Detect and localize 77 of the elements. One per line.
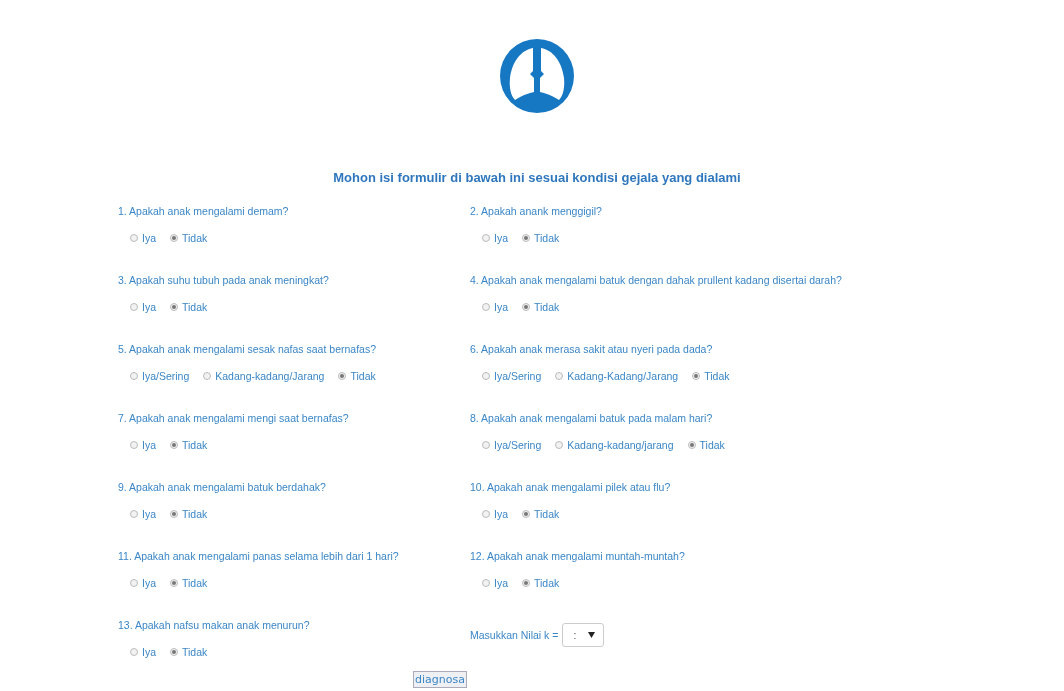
option-label[interactable]: Tidak (534, 301, 560, 313)
option-label[interactable]: Kadang-Kadang/Jarang (567, 370, 679, 382)
radio-button[interactable] (130, 648, 138, 656)
radio-button[interactable] (170, 441, 178, 449)
option-label[interactable]: Iya/Sering (494, 439, 542, 451)
option-label[interactable]: Tidak (534, 508, 560, 520)
option-label[interactable]: Iya (142, 439, 156, 451)
radio-button[interactable] (130, 441, 138, 449)
radio-button[interactable] (130, 510, 138, 518)
option-label[interactable]: Iya/Sering (142, 370, 190, 382)
option-label[interactable]: Tidak (534, 577, 560, 589)
radio-button[interactable] (522, 579, 530, 587)
question-text: 4. Apakah anak mengalami batuk dengan dahak prullent kadang disertai darah? (470, 273, 842, 288)
option-label[interactable]: Iya (494, 577, 508, 589)
option-label[interactable]: Tidak (182, 577, 208, 589)
option-label[interactable]: Tidak (182, 439, 208, 451)
radio-button[interactable] (522, 234, 530, 242)
radio-button[interactable] (522, 303, 530, 311)
question-text: 13. Apakah nafsu makan anak menurun? (118, 618, 310, 633)
question-text: 10. Apakah anak mengalami pilek atau flu? (470, 480, 671, 495)
question-text: 8. Apakah anak mengalami batuk pada malam hari? (470, 411, 713, 426)
question-text: 2. Apakah anank menggigil? (470, 204, 602, 219)
radio-button[interactable] (482, 579, 490, 587)
option-label[interactable]: Iya/Sering (494, 370, 542, 382)
option-label[interactable]: Iya (494, 232, 508, 244)
radio-button[interactable] (482, 303, 490, 311)
option-label[interactable]: Iya (142, 301, 156, 313)
option-label[interactable]: Tidak (350, 370, 376, 382)
form-title: Mohon isi formulir di bawah ini sesuai kondisi gejala yang dialami (332, 170, 741, 185)
option-label[interactable]: Tidak (182, 301, 208, 313)
radio-button[interactable] (687, 441, 696, 449)
radio-button[interactable] (170, 510, 178, 518)
question-text: 1. Apakah anak mengalami demam? (118, 204, 289, 219)
radio-button[interactable] (170, 579, 178, 587)
radio-button[interactable] (130, 372, 138, 380)
question-text: 7. Apakah anak mengalami mengi saat bernafas? (118, 411, 349, 426)
question-text: 11. Apakah anak mengalami panas selama lebih dari 1 hari? (118, 549, 399, 564)
option-label[interactable]: Tidak (182, 232, 208, 244)
radio-button[interactable] (130, 234, 138, 242)
radio-button[interactable] (482, 441, 490, 449)
question-text: 5. Apakah anak mengalami sesak nafas saat bernafas? (118, 342, 376, 357)
radio-button[interactable] (170, 234, 178, 242)
option-label[interactable]: Tidak (182, 646, 208, 658)
option-label[interactable]: Iya (142, 646, 156, 658)
option-label[interactable]: Tidak (704, 370, 730, 382)
radio-button[interactable] (555, 372, 564, 380)
lungs-icon (499, 38, 575, 114)
option-label[interactable]: Tidak (182, 508, 208, 520)
radio-button[interactable] (692, 372, 701, 380)
radio-button[interactable] (170, 303, 178, 311)
radio-button[interactable] (170, 648, 178, 656)
radio-button[interactable] (482, 234, 490, 242)
diagnosa-button[interactable]: diagnosa (413, 671, 467, 688)
option-label[interactable]: Iya (494, 508, 508, 520)
option-label[interactable]: Tidak (699, 439, 725, 451)
caret-icon (588, 632, 596, 638)
option-label[interactable]: Iya (494, 301, 508, 313)
radio-button[interactable] (130, 579, 138, 587)
radio-button[interactable] (522, 510, 530, 518)
option-label[interactable]: Tidak (534, 232, 560, 244)
radio-button[interactable] (482, 372, 490, 380)
k-value-dropdown[interactable]: : (562, 623, 605, 647)
question-text: 3. Apakah suhu tubuh pada anak meningkat? (118, 273, 329, 288)
option-label[interactable]: Kadang-kadang/Jarang (215, 370, 325, 382)
k-value-label: Masukkan Nilai k = (470, 629, 559, 641)
radio-button[interactable] (130, 303, 138, 311)
question-text: 12. Apakah anak mengalami muntah-muntah? (470, 549, 685, 564)
radio-button[interactable] (338, 372, 347, 380)
option-label[interactable]: Iya (142, 508, 156, 520)
question-text: 9. Apakah anak mengalami batuk berdahak? (118, 480, 326, 495)
option-label[interactable]: Iya (142, 577, 156, 589)
radio-button[interactable] (555, 441, 564, 449)
radio-button[interactable] (203, 372, 212, 380)
question-text: 6. Apakah anak merasa sakit atau nyeri pada dada? (470, 342, 713, 357)
option-label[interactable]: Kadang-kadang/jarang (567, 439, 674, 451)
radio-button[interactable] (482, 510, 490, 518)
option-label[interactable]: Iya (142, 232, 156, 244)
